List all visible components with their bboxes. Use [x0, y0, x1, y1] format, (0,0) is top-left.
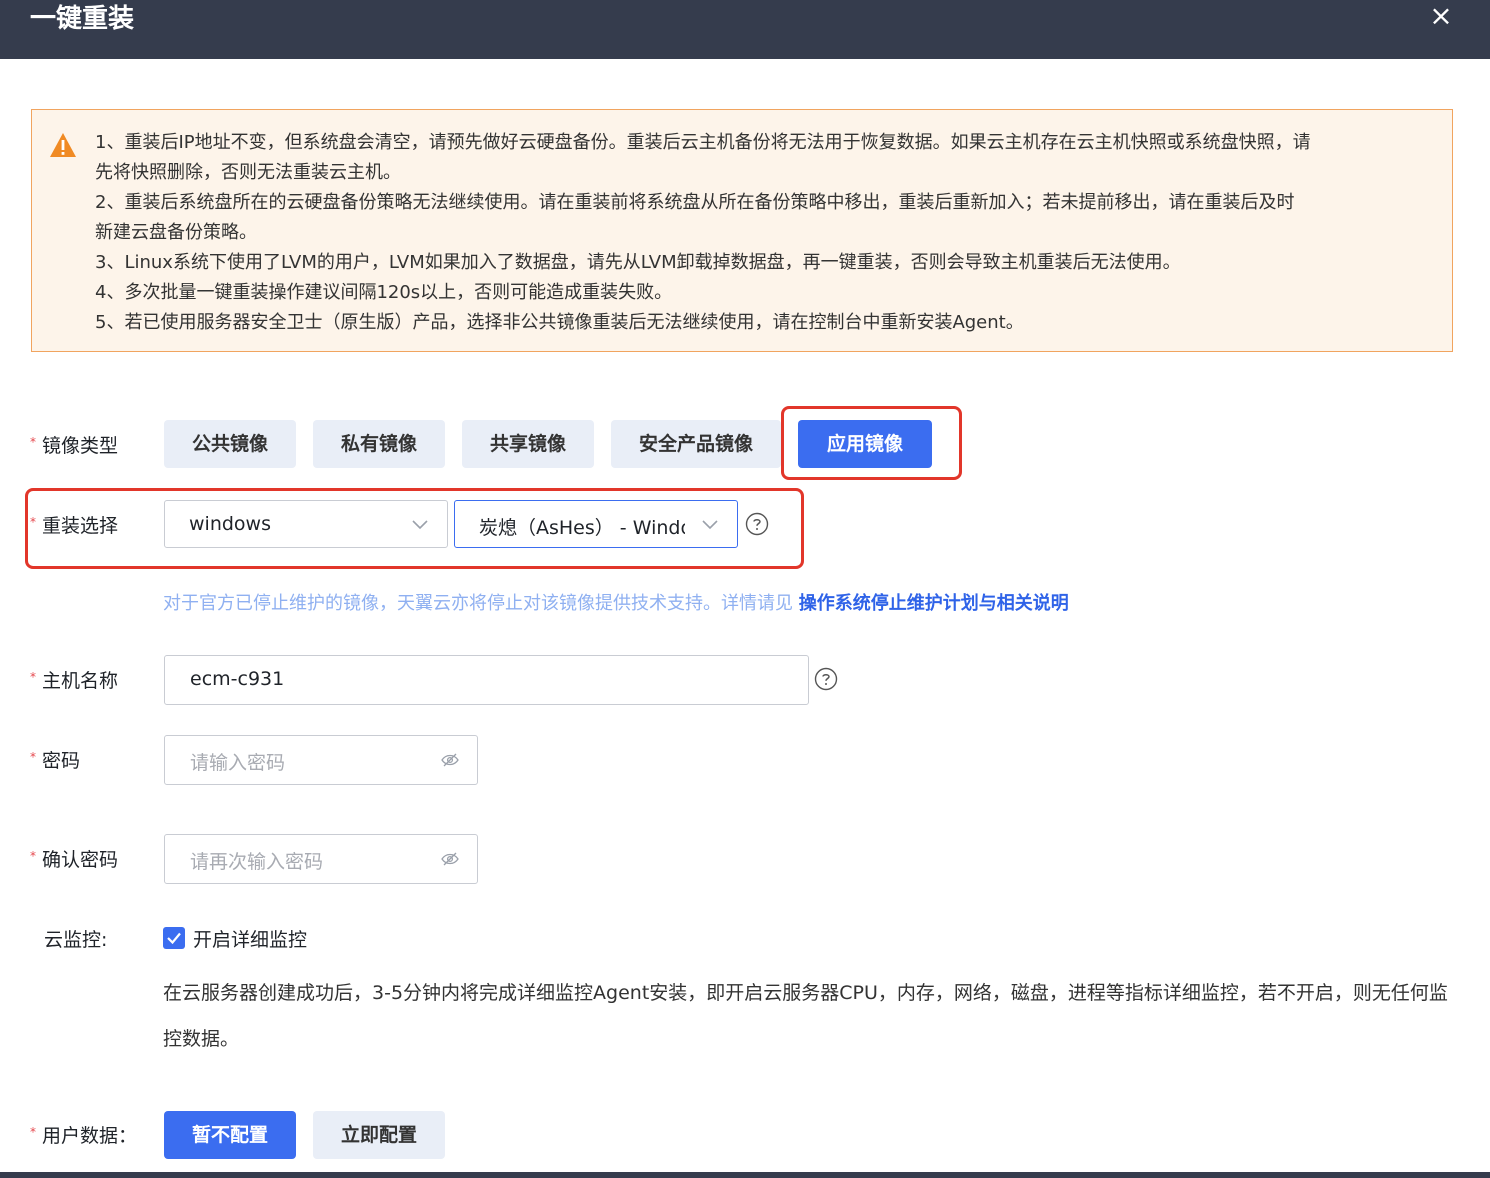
user-data-label-text: 用户数据：	[42, 1125, 138, 1147]
user-data-skip-button[interactable]: 暂不配置	[164, 1111, 296, 1159]
help-icon[interactable]	[814, 667, 838, 691]
alert-line: 4、多次批量一键重装操作建议间隔120s以上，否则可能造成重装失败。	[95, 282, 673, 303]
maintenance-notice: 对于官方已停止维护的镜像，天翼云亦将停止对该镜像提供技术支持。详情请见 操作系统…	[163, 589, 1069, 615]
image-type-shared-button[interactable]: 共享镜像	[462, 420, 594, 468]
alert-line: 先将快照删除，否则无法重装云主机。	[95, 162, 401, 183]
alert-line: 3、Linux系统下使用了LVM的用户，LVM如果加入了数据盘，请先从LVM卸载…	[95, 252, 1181, 273]
alert-line: 1、重装后IP地址不变，但系统盘会清空，请预先做好云硬盘备份。重装后云主机备份将…	[95, 132, 1311, 153]
close-icon[interactable]: ×	[1428, 2, 1454, 31]
confirm-password-label-text: 确认密码	[42, 849, 119, 871]
detailed-monitor-checkbox[interactable]	[163, 927, 185, 949]
image-type-private-button[interactable]: 私有镜像	[313, 420, 445, 468]
dialog-header: 一键重装 ×	[0, 0, 1490, 59]
password-placeholder: 请输入密码	[190, 752, 286, 774]
eye-hidden-icon[interactable]	[441, 752, 459, 768]
hostname-input[interactable]: ecm-c931	[164, 655, 809, 705]
hostname-label: * 主机名称	[30, 666, 118, 693]
required-mark: *	[30, 849, 36, 863]
highlight-box-app-image	[781, 406, 962, 480]
confirm-password-placeholder: 请再次输入密码	[190, 851, 324, 873]
hostname-value: ecm-c931	[190, 668, 285, 690]
checkmark-icon	[167, 932, 181, 945]
dialog-title: 一键重装	[30, 4, 135, 34]
alert-lines: 1、重装后IP地址不变，但系统盘会清空，请预先做好云硬盘备份。重装后云主机备份将…	[95, 128, 1440, 338]
highlight-box-reinstall	[25, 488, 804, 569]
image-type-label-text: 镜像类型	[42, 435, 119, 457]
user-data-configure-button[interactable]: 立即配置	[313, 1111, 445, 1159]
notice-text: 对于官方已停止维护的镜像，天翼云亦将停止对该镜像提供技术支持。详情请见	[163, 593, 799, 614]
detailed-monitor-label[interactable]: 开启详细监控	[193, 925, 307, 952]
password-input[interactable]: 请输入密码	[164, 735, 478, 785]
alert-line: 5、若已使用服务器安全卫士（原生版）产品，选择非公共镜像重装后无法继续使用，请在…	[95, 312, 1024, 333]
warning-icon	[50, 133, 76, 157]
password-label: * 密码	[30, 746, 80, 773]
required-mark: *	[30, 750, 36, 764]
confirm-password-label: * 确认密码	[30, 845, 118, 872]
alert-line: 2、重装后系统盘所在的云硬盘备份策略无法继续使用。请在重装前将系统盘从所在备份策…	[95, 192, 1295, 213]
warning-alert: 1、重装后IP地址不变，但系统盘会清空，请预先做好云硬盘备份。重装后云主机备份将…	[31, 109, 1453, 352]
monitor-description: 在云服务器创建成功后，3-5分钟内将完成详细监控Agent安装，即开启云服务器C…	[163, 982, 1448, 1050]
required-mark: *	[30, 435, 36, 449]
hostname-label-text: 主机名称	[42, 670, 119, 692]
user-data-label: * 用户数据：	[30, 1121, 137, 1148]
eye-hidden-icon[interactable]	[441, 851, 459, 867]
monitor-label: 云监控:	[44, 929, 108, 951]
image-type-label: * 镜像类型	[30, 431, 118, 458]
notice-link[interactable]: 操作系统停止维护计划与相关说明	[799, 593, 1069, 614]
image-type-public-button[interactable]: 公共镜像	[164, 420, 296, 468]
required-mark: *	[30, 1125, 36, 1139]
alert-line: 新建云盘备份策略。	[95, 222, 257, 243]
image-type-security-button[interactable]: 安全产品镜像	[611, 420, 781, 468]
password-label-text: 密码	[42, 750, 81, 772]
confirm-password-input[interactable]: 请再次输入密码	[164, 834, 478, 884]
required-mark: *	[30, 670, 36, 684]
bottom-edge	[0, 1172, 1490, 1178]
